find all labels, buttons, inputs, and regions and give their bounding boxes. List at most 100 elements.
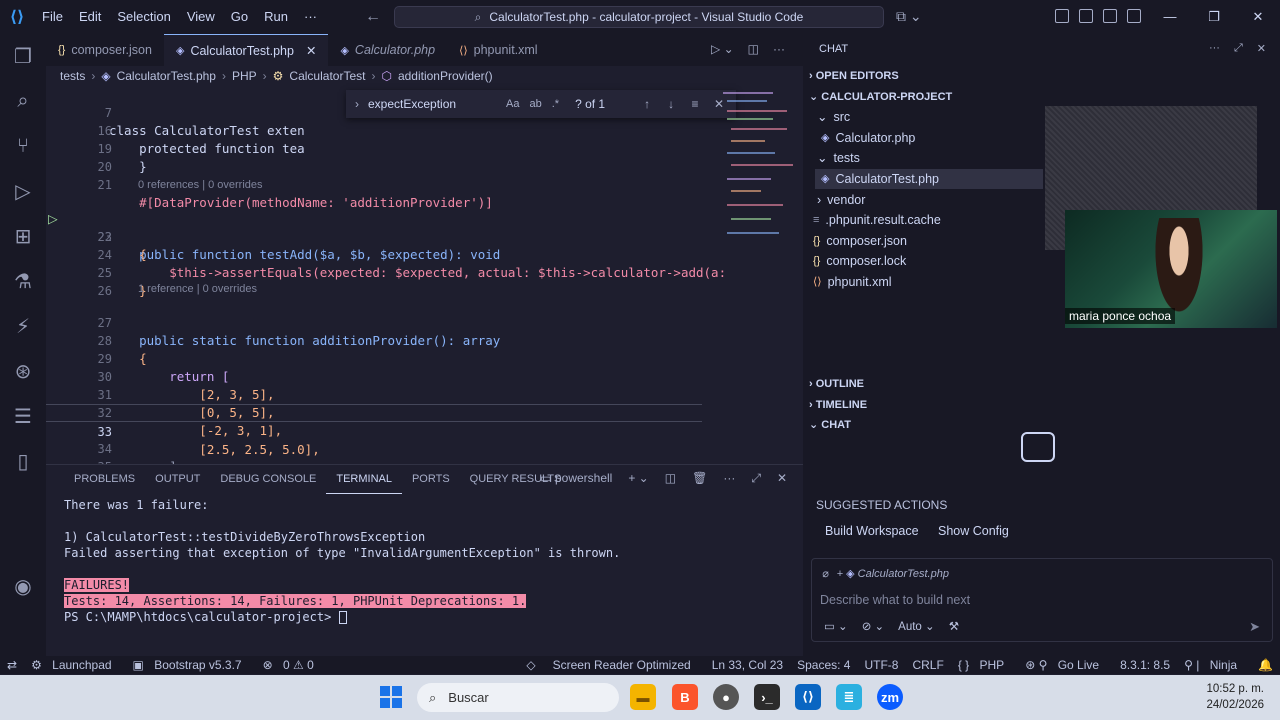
source-control-icon[interactable]: ⑂ [0, 124, 46, 169]
breadcrumb-item[interactable]: CalculatorTest.php [117, 69, 216, 83]
cursor-position[interactable]: Ln 33, Col 23 [705, 658, 790, 672]
taskbar-search[interactable]: ⌕ Buscar [417, 683, 619, 712]
find-input[interactable]: expectException [368, 97, 506, 111]
toggle-secondary-sidebar-icon[interactable] [1127, 9, 1141, 23]
tab-debug-console[interactable]: DEBUG CONSOLE [210, 465, 326, 493]
menu-more[interactable]: ··· [296, 0, 325, 34]
windows-start-icon[interactable] [380, 686, 402, 708]
testing-flask-icon[interactable]: ⚗ [0, 259, 46, 304]
breadcrumb-item[interactable]: CalculatorTest [289, 69, 365, 83]
launchpad-item[interactable]: ⚙ Launchpad [24, 658, 125, 672]
tab-calculator-php[interactable]: ◈ Calculator.php [328, 34, 447, 66]
tab-composer-json[interactable]: {} composer.json [46, 34, 164, 66]
tree-item-phpunit-cache[interactable]: ≡ .phpunit.result.cache [813, 210, 941, 230]
menu-go[interactable]: Go [223, 0, 256, 34]
split-editor-icon[interactable]: ◫ [748, 42, 759, 56]
breadcrumb-item[interactable]: additionProvider() [398, 69, 493, 83]
menu-edit[interactable]: Edit [71, 0, 109, 34]
menu-view[interactable]: View [179, 0, 223, 34]
chat-input[interactable]: Describe what to build next [820, 593, 970, 607]
configure-tools-icon[interactable]: ⚒ [949, 619, 959, 633]
go-live-item[interactable]: ⊛ ⚲ Go Live [1018, 658, 1113, 672]
close-sidebar-icon[interactable]: ✕ [1257, 42, 1266, 55]
tab-ports[interactable]: PORTS [402, 465, 460, 493]
encoding[interactable]: UTF-8 [857, 658, 905, 672]
notes-app-icon[interactable]: ≣ [836, 684, 862, 710]
breadcrumb-item[interactable]: PHP [232, 69, 257, 83]
tab-problems[interactable]: PROBLEMS [64, 465, 145, 493]
account-icon[interactable]: ◉ [0, 564, 46, 609]
screen-reader-item[interactable]: ◇ Screen Reader Optimized [519, 658, 704, 672]
file-explorer-icon[interactable]: ▬ [630, 684, 656, 710]
model-picker[interactable]: Auto ⌄ [898, 619, 935, 633]
line-ending[interactable]: CRLF [905, 658, 950, 672]
extensions-icon[interactable]: ⊞ [0, 214, 46, 259]
github-desktop-icon[interactable]: ● [713, 684, 739, 710]
previous-match-icon[interactable]: ↑ [635, 97, 659, 111]
brave-browser-icon[interactable]: B [672, 684, 698, 710]
language-mode[interactable]: { } PHP [951, 658, 1018, 672]
terminal-shell-selector[interactable]: ▭ powershell [540, 471, 612, 486]
bootstrap-item[interactable]: ▣ Bootstrap v5.3.7 [126, 658, 256, 672]
vscode-app-icon[interactable]: ⟨⟩ [795, 684, 821, 710]
lightning-icon[interactable]: ⚡ [0, 304, 46, 349]
minimap[interactable] [713, 86, 803, 256]
terminal-output[interactable]: There was 1 failure: 1) CalculatorTest::… [64, 497, 620, 625]
tree-item-composer-json[interactable]: {} composer.json [813, 231, 907, 251]
toggle-replace-chevron-icon[interactable]: › [346, 97, 368, 111]
back-arrow-icon[interactable]: ← [365, 8, 381, 26]
tools-dropdown[interactable]: ⊘ ⌄ [862, 619, 884, 633]
database-icon[interactable]: ☰ [0, 394, 46, 439]
maximize-panel-icon[interactable]: ⤢ [751, 471, 761, 486]
tab-phpunit-xml[interactable]: ⟨⟩ phpunit.xml [447, 34, 550, 66]
next-match-icon[interactable]: ↓ [659, 97, 683, 111]
new-terminal-icon[interactable]: + ⌄ [628, 471, 648, 486]
close-panel-icon[interactable]: ✕ [777, 471, 787, 486]
tab-output[interactable]: OUTPUT [145, 465, 210, 493]
close-window-icon[interactable]: ✕ [1236, 0, 1280, 34]
tree-item-vendor[interactable]: › vendor [817, 190, 865, 210]
chat-section[interactable]: ⌄ CHAT [809, 415, 851, 435]
bookmark-icon[interactable]: ▯ [0, 439, 46, 484]
attach-icon[interactable]: ⌀ [822, 567, 829, 580]
search-icon[interactable]: ⌕ [0, 79, 46, 124]
close-tab-icon[interactable]: ✕ [306, 43, 316, 58]
ninja-item[interactable]: ⚲ | Ninja [1177, 658, 1251, 672]
php-version-item[interactable]: 8.3.1: 8.5 [1113, 658, 1177, 672]
minimize-icon[interactable]: — [1148, 0, 1192, 34]
run-icon[interactable]: ▷ ⌄ [711, 42, 734, 56]
outline-section[interactable]: › OUTLINE [809, 374, 864, 394]
tree-item-phpunit-xml[interactable]: ⟨⟩ phpunit.xml [813, 272, 892, 292]
codelens[interactable]: 0 references | 0 overrides [138, 177, 263, 193]
tree-item-tests[interactable]: ⌄ tests [817, 148, 860, 168]
chat-mode-dropdown[interactable]: ▭ ⌄ [824, 619, 848, 633]
run-debug-icon[interactable]: ▷ [0, 169, 46, 214]
show-config-button[interactable]: Show Config [930, 520, 1017, 542]
tab-calculatortest-php[interactable]: ◈ CalculatorTest.php ✕ [163, 34, 329, 66]
taskbar-clock[interactable]: 10:52 p. m. 24/02/2026 [1206, 681, 1264, 713]
send-icon[interactable]: ➤ [1249, 619, 1260, 635]
more-actions-icon[interactable]: ··· [723, 471, 735, 486]
timeline-section[interactable]: › TIMELINE [809, 395, 867, 415]
add-context-button[interactable]: + ◈ CalculatorTest.php [837, 567, 949, 580]
problems-item[interactable]: ⊗ 0 ⚠ 0 [256, 658, 328, 672]
open-editors-section[interactable]: › OPEN EDITORS [809, 66, 899, 86]
remote-icon[interactable]: ⇄ [0, 658, 24, 672]
match-whole-word-toggle[interactable]: ab [529, 98, 541, 110]
zoom-app-icon[interactable]: zm [877, 684, 903, 710]
indentation[interactable]: Spaces: 4 [790, 658, 857, 672]
more-actions-icon[interactable]: ··· [1209, 42, 1220, 55]
menu-file[interactable]: File [34, 0, 71, 34]
trash-icon[interactable]: 🗑 [692, 471, 707, 486]
more-actions-icon[interactable]: ··· [773, 42, 785, 56]
tree-item-calculatortest-php[interactable]: ◈ CalculatorTest.php [815, 169, 1043, 189]
remote-explorer-icon[interactable]: ⊛ [0, 349, 46, 394]
breadcrumb-item[interactable]: tests [60, 69, 85, 83]
terminal-app-icon[interactable]: ›_ [754, 684, 780, 710]
project-section[interactable]: ⌄ CALCULATOR-PROJECT [809, 87, 952, 107]
explorer-files-icon[interactable]: ❐ [0, 34, 46, 79]
customize-layout-icon[interactable] [1055, 9, 1069, 23]
toggle-panel-icon[interactable] [1103, 9, 1117, 23]
command-center[interactable]: ⌕ CalculatorTest.php - calculator-projec… [394, 6, 884, 28]
split-terminal-icon[interactable]: ◫ [665, 471, 676, 486]
